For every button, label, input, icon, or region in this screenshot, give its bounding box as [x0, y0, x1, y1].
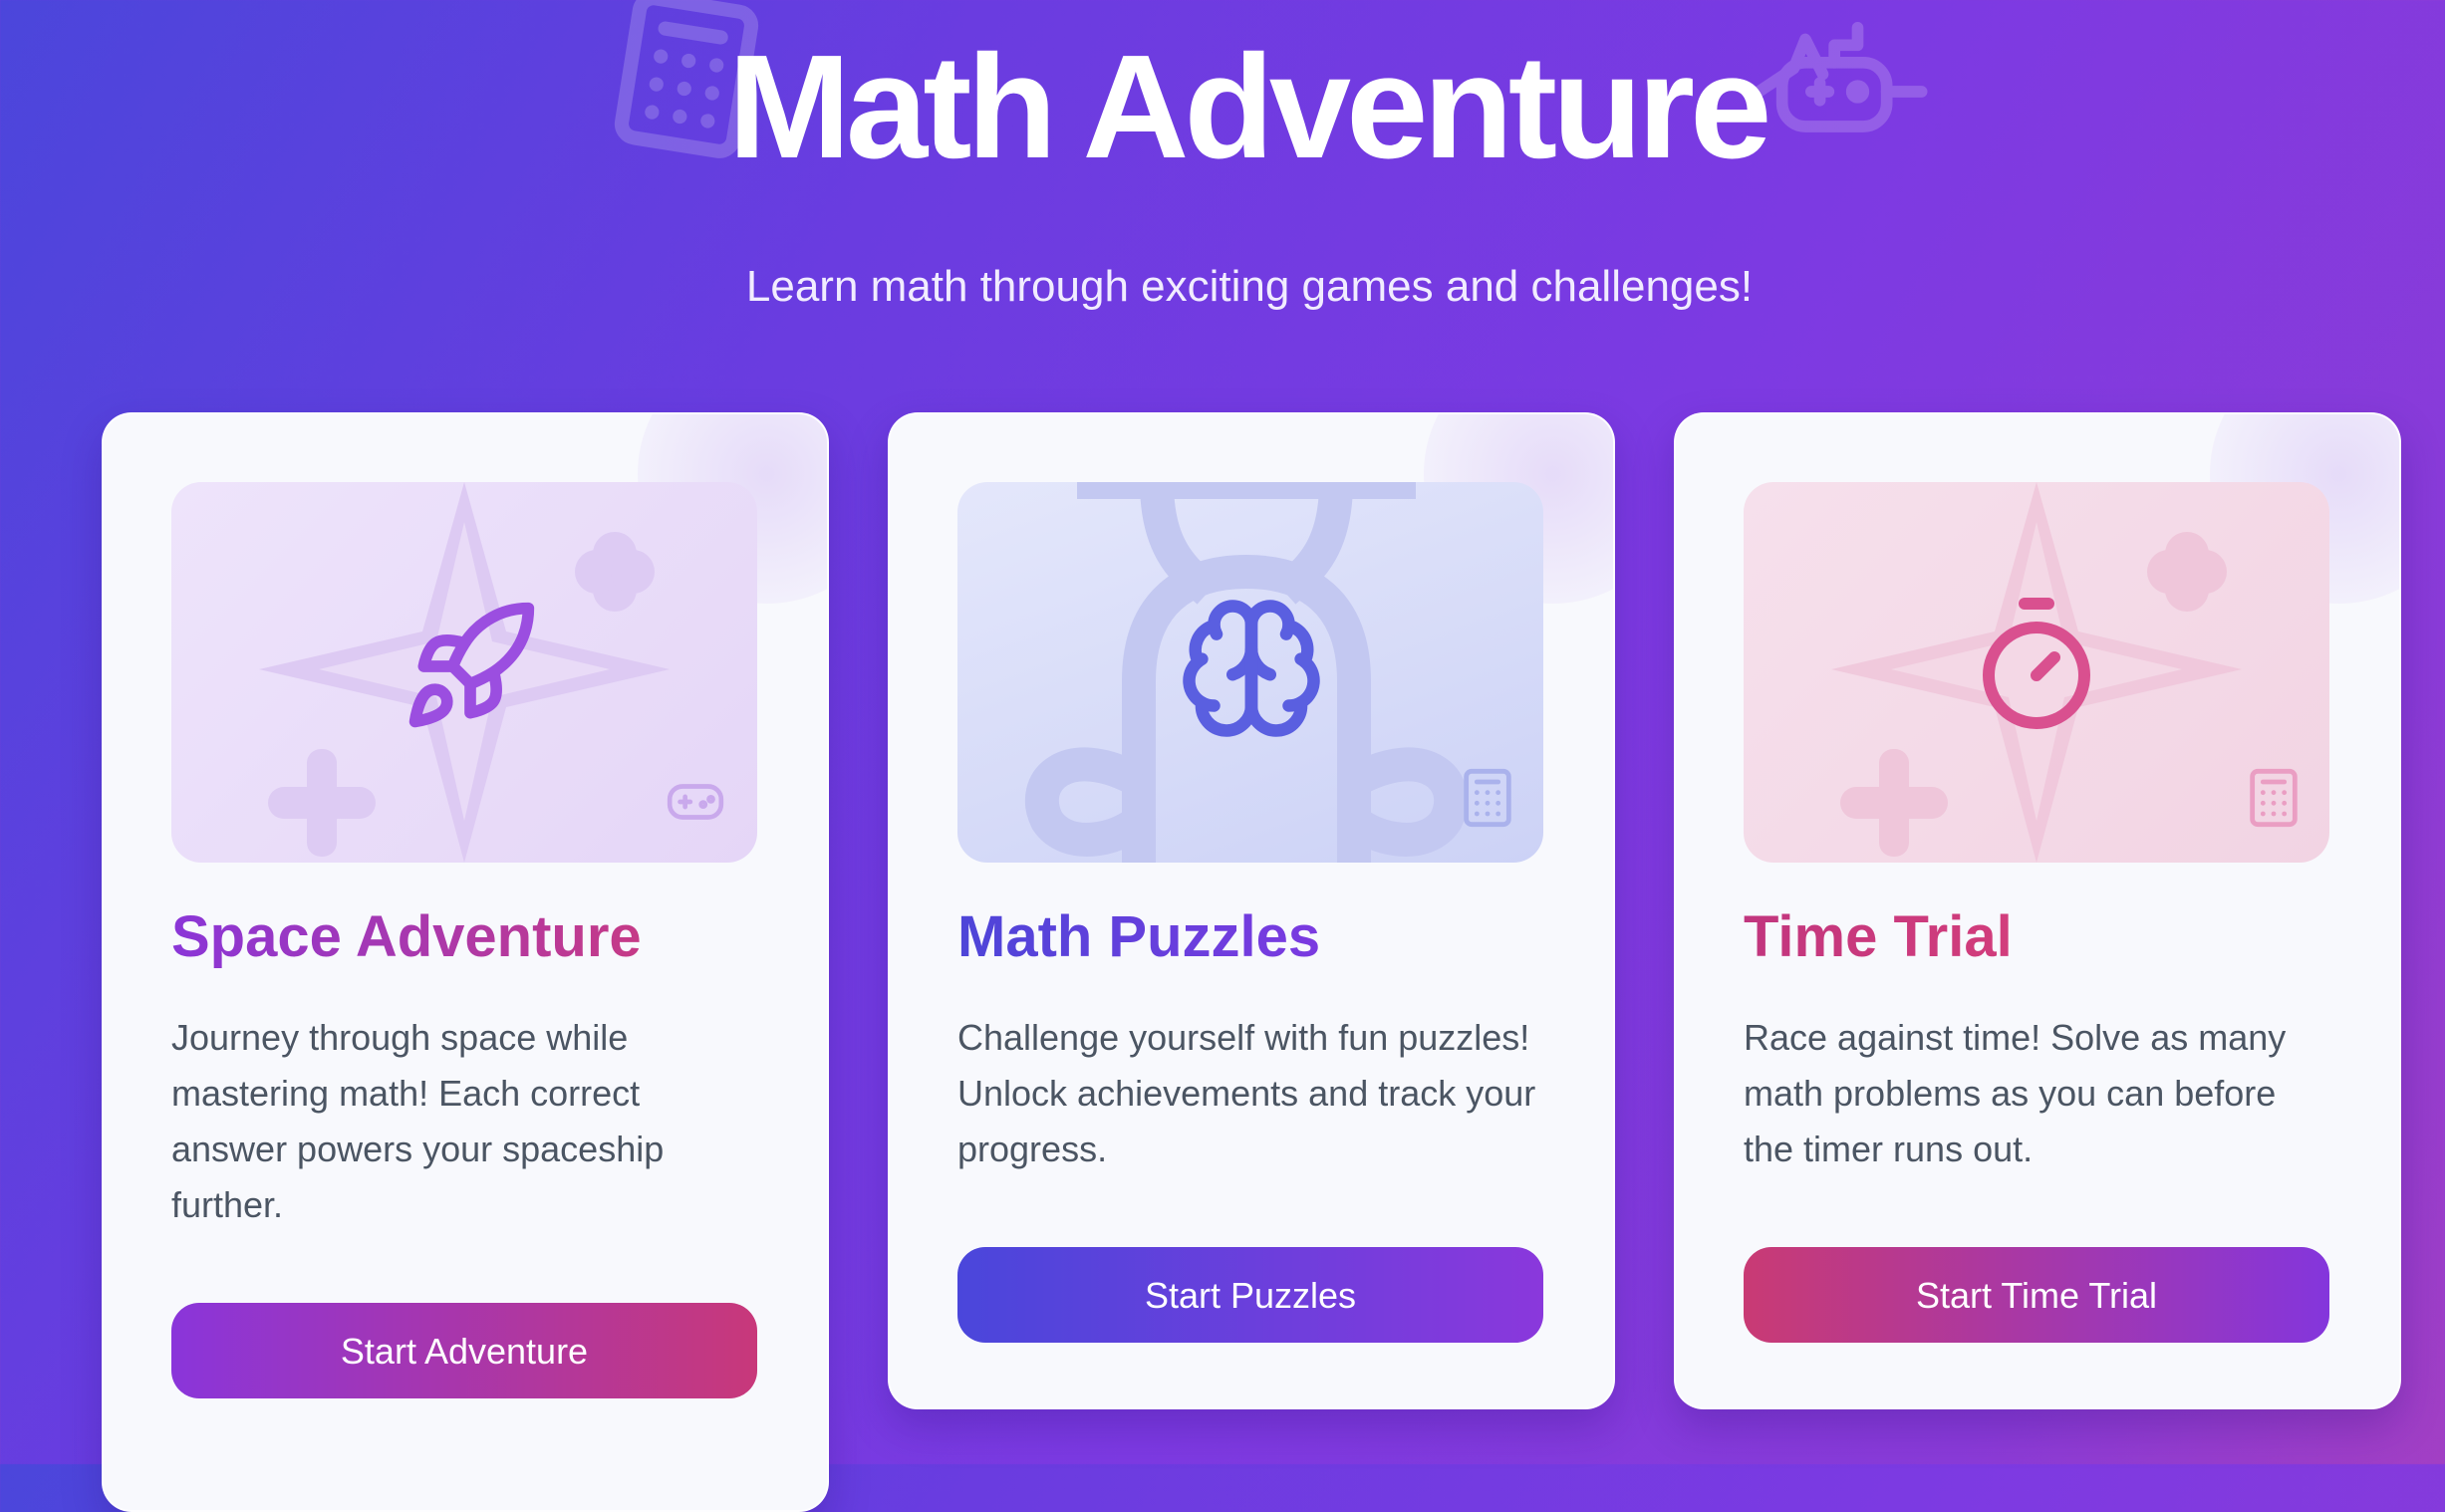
stopwatch-icon [1965, 592, 2108, 735]
card-hero-image [171, 482, 757, 863]
card-description: Challenge yourself with fun puzzles! Unl… [957, 1010, 1545, 1177]
game-card-time-trial: Time Trial Race against time! Solve as m… [1674, 412, 2401, 1409]
card-hero-image [1744, 482, 2329, 863]
page-header: Math Adventure Learn math through exciti… [0, 0, 2445, 359]
start-adventure-button[interactable]: Start Adventure [171, 1303, 757, 1398]
rocket-icon [401, 597, 540, 736]
card-title: Time Trial [1744, 902, 2013, 972]
start-time-trial-button[interactable]: Start Time Trial [1744, 1247, 2329, 1343]
calculator-icon [2242, 766, 2306, 830]
gamepad-icon [665, 771, 726, 833]
brain-icon [1177, 594, 1326, 743]
game-card-math-puzzles: Math Puzzles Challenge yourself with fun… [888, 412, 1615, 1409]
card-hero-image [957, 482, 1543, 863]
card-description: Race against time! Solve as many math pr… [1744, 1010, 2331, 1177]
card-title: Math Puzzles [957, 902, 1320, 972]
calculator-icon [1456, 766, 1519, 830]
card-description: Journey through space while mastering ma… [171, 1010, 759, 1233]
page-subtitle: Learn math through exciting games and ch… [0, 257, 2445, 317]
page-title: Math Adventure [0, 28, 2445, 187]
start-puzzles-button[interactable]: Start Puzzles [957, 1247, 1543, 1343]
game-card-space-adventure: Space Adventure Journey through space wh… [102, 412, 829, 1512]
card-title: Space Adventure [171, 902, 642, 972]
